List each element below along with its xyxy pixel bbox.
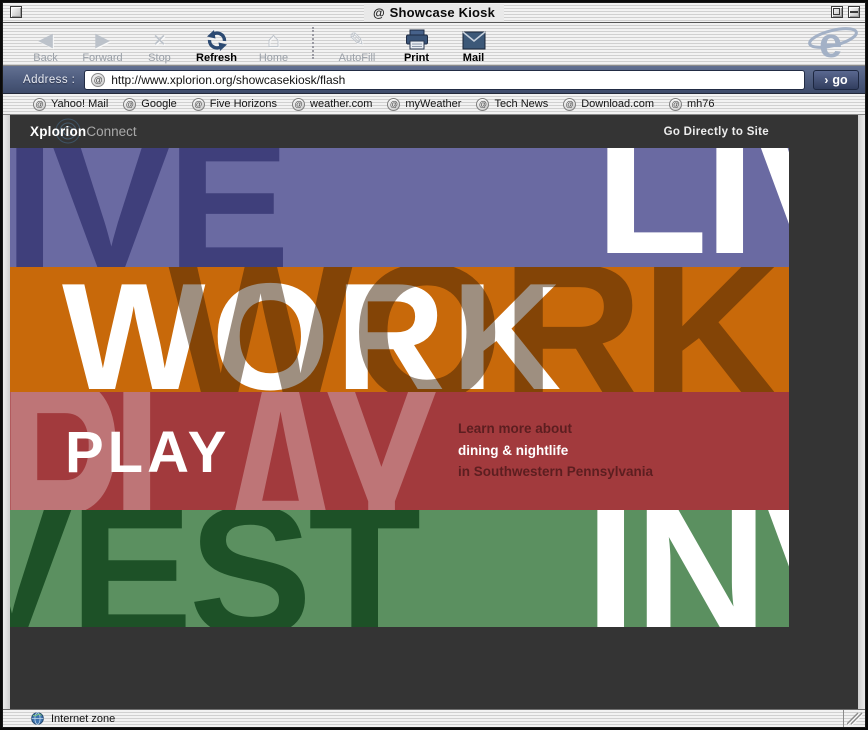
favorite-download-com[interactable]: @ Download.com: [563, 98, 654, 111]
internet-explorer-logo: e: [807, 21, 859, 68]
favorite-icon: @: [192, 98, 205, 111]
home-icon: ⌂: [267, 28, 280, 52]
resize-grip[interactable]: [843, 710, 865, 727]
play-front-text: PLAY: [65, 424, 230, 482]
mail-button[interactable]: Mail: [445, 24, 502, 64]
collapse-box[interactable]: [848, 6, 860, 18]
go-button[interactable]: › go: [813, 70, 859, 90]
toolbar: ◀ Back ▶ Forward ✕ Stop: [3, 23, 865, 66]
favorite-icon: @: [292, 98, 305, 111]
favorite-google[interactable]: @ Google: [123, 98, 176, 111]
back-label: Back: [33, 52, 57, 64]
back-button[interactable]: ◀ Back: [17, 24, 74, 64]
xplorion-connect-logo: XplorionConnect: [30, 124, 137, 139]
autofill-button[interactable]: ✎ AutoFill: [326, 24, 388, 64]
favorites-bar: @ Yahoo! Mail @ Google @ Five Horizons @…: [3, 94, 865, 115]
status-text: Internet zone: [51, 713, 115, 725]
stop-icon: ✕: [152, 28, 166, 52]
close-box[interactable]: [10, 6, 22, 18]
go-directly-to-site-link[interactable]: Go Directly to Site: [664, 126, 769, 138]
address-label: Address :: [23, 74, 75, 86]
favorite-icon: @: [33, 98, 46, 111]
refresh-button[interactable]: Refresh: [188, 24, 245, 64]
site-header: XplorionConnect Go Directly to Site: [10, 115, 789, 148]
home-label: Home: [259, 52, 288, 64]
globe-icon: [31, 712, 44, 725]
print-label: Print: [404, 52, 429, 64]
stop-label: Stop: [148, 52, 171, 64]
invest-front-text: INV: [585, 510, 789, 627]
promo-line-1: Learn more about: [458, 418, 653, 440]
window-title: Showcase Kiosk: [390, 5, 495, 20]
status-bar: Internet zone: [3, 709, 865, 727]
go-label: go: [832, 73, 847, 87]
logo-text-bold: Xplorion: [30, 124, 86, 139]
favorite-yahoo-mail[interactable]: @ Yahoo! Mail: [33, 98, 108, 111]
live-front-text: LIV: [595, 148, 789, 267]
refresh-label: Refresh: [196, 52, 237, 64]
refresh-icon: [205, 28, 229, 52]
home-button[interactable]: ⌂ Home: [245, 24, 302, 64]
print-icon: [404, 28, 430, 52]
live-back-text: IVE: [10, 148, 284, 267]
window-title-area: @ Showcase Kiosk: [364, 4, 504, 22]
favorite-icon: @: [123, 98, 136, 111]
url-text[interactable]: http://www.xplorion.org/showcasekiosk/fl…: [111, 73, 345, 87]
work-shadow-text: WORK: [168, 267, 781, 392]
back-icon: ◀: [38, 28, 53, 52]
promo-line-2[interactable]: dining & nightlife: [458, 440, 653, 462]
title-bar[interactable]: @ Showcase Kiosk: [3, 3, 865, 23]
go-chevron-icon: ›: [824, 73, 828, 87]
desktop-background: @ Showcase Kiosk ◀ Back ▶ Forward ✕ Stop: [0, 0, 868, 730]
toolbar-separator: [312, 27, 314, 59]
page-icon: @: [373, 6, 385, 20]
mail-label: Mail: [463, 52, 484, 64]
promo-line-3: in Southwestern Pennsylvania: [458, 461, 653, 483]
favorite-icon: @: [563, 98, 576, 111]
mail-icon: [462, 28, 486, 52]
favorite-icon: @: [669, 98, 682, 111]
url-page-icon: @: [91, 73, 105, 87]
band-play: PLAY PLAY Learn more about dining & nigh…: [10, 392, 789, 510]
favorite-icon: @: [476, 98, 489, 111]
svg-text:e: e: [819, 21, 842, 63]
zoom-box[interactable]: [831, 6, 843, 18]
band-invest: VEST INV: [10, 510, 789, 627]
address-input[interactable]: @ http://www.xplorion.org/showcasekiosk/…: [84, 70, 805, 90]
favorite-icon: @: [387, 98, 400, 111]
promo-text-block: Learn more about dining & nightlife in S…: [458, 418, 653, 483]
print-button[interactable]: Print: [388, 24, 445, 64]
stop-button[interactable]: ✕ Stop: [131, 24, 188, 64]
forward-button[interactable]: ▶ Forward: [74, 24, 131, 64]
window-frame-right: [858, 115, 865, 709]
favorite-myweather[interactable]: @ myWeather: [387, 98, 461, 111]
forward-label: Forward: [82, 52, 122, 64]
browser-window: @ Showcase Kiosk ◀ Back ▶ Forward ✕ Stop: [2, 2, 866, 728]
address-bar: Address : @ http://www.xplorion.org/show…: [3, 66, 865, 94]
autofill-label: AutoFill: [339, 52, 376, 64]
invest-back-text: VEST: [10, 510, 417, 627]
favorite-five-horizons[interactable]: @ Five Horizons: [192, 98, 277, 111]
band-work: WORK WORK: [10, 267, 789, 392]
forward-icon: ▶: [95, 28, 110, 52]
favorite-mh76[interactable]: @ mh76: [669, 98, 715, 111]
browser-viewport: XplorionConnect Go Directly to Site IVE …: [10, 115, 858, 709]
autofill-icon: ✎: [349, 28, 365, 52]
flash-banner[interactable]: IVE LIV WORK WORK PLAY PLAY Learn more a…: [10, 148, 789, 627]
window-frame-left: [3, 115, 10, 709]
band-live: IVE LIV: [10, 148, 789, 267]
favorite-tech-news[interactable]: @ Tech News: [476, 98, 548, 111]
favorite-weather-com[interactable]: @ weather.com: [292, 98, 372, 111]
logo-text-light: Connect: [86, 124, 136, 139]
